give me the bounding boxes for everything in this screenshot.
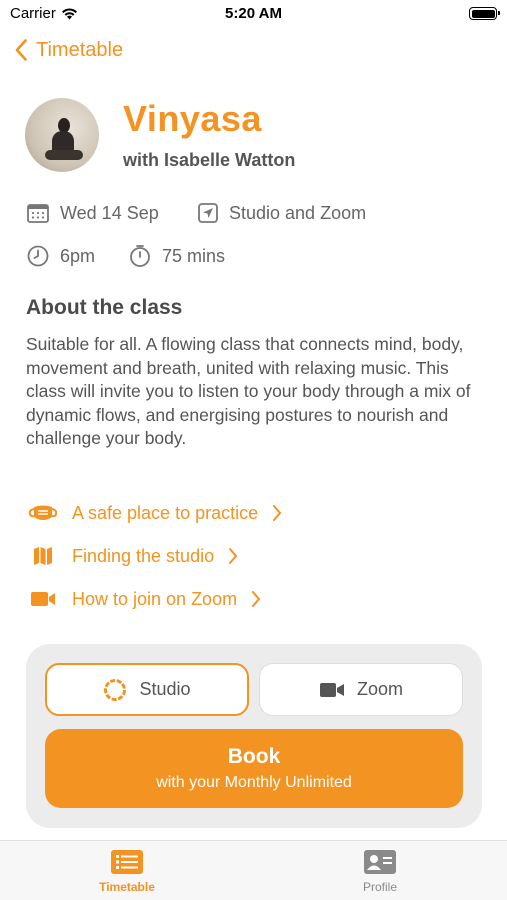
option-studio-label: Studio xyxy=(139,679,191,699)
link-finding-studio[interactable]: Finding the studio xyxy=(28,545,238,567)
studio-icon xyxy=(104,678,127,701)
class-location: Studio and Zoom xyxy=(197,202,366,224)
chevron-right-icon xyxy=(273,505,282,521)
tab-timetable-label: Timetable xyxy=(99,880,155,894)
option-studio[interactable]: Studio xyxy=(45,663,249,716)
link-join-zoom[interactable]: How to join on Zoom xyxy=(28,588,261,610)
about-text: Suitable for all. A flowing class that c… xyxy=(26,334,471,448)
class-time: 6pm xyxy=(26,244,95,268)
instructor-name: with Isabelle Watton xyxy=(123,150,296,170)
option-zoom[interactable]: Zoom xyxy=(259,663,463,716)
profile-card-icon xyxy=(364,850,396,874)
link-safe-place-label: A safe place to practice xyxy=(72,502,259,523)
class-time-label: 6pm xyxy=(60,245,96,266)
chevron-right-icon xyxy=(229,548,238,564)
about-heading: About the class xyxy=(26,296,183,319)
mask-icon xyxy=(28,505,58,520)
booking-card: Studio Zoom Book with your Monthly Unlim… xyxy=(26,644,482,828)
location-arrow-icon xyxy=(198,203,218,223)
link-join-zoom-label: How to join on Zoom xyxy=(72,588,238,609)
book-button-sublabel: with your Monthly Unlimited xyxy=(156,774,352,791)
video-icon xyxy=(31,592,55,606)
tab-profile-label: Profile xyxy=(362,880,397,894)
timer-icon xyxy=(130,245,150,267)
status-time: 5:20 AM xyxy=(225,5,282,22)
clock-icon xyxy=(27,245,49,267)
map-icon xyxy=(34,547,52,565)
status-bar: Carrier 5:20 AM xyxy=(0,0,507,28)
list-icon xyxy=(111,850,143,874)
video-icon xyxy=(319,682,344,697)
back-label: Timetable xyxy=(36,38,124,61)
book-button-label: Book xyxy=(227,745,281,768)
link-safe-place[interactable]: A safe place to practice xyxy=(28,502,282,524)
class-date: Wed 14 Sep xyxy=(26,202,159,224)
back-button[interactable]: Timetable xyxy=(14,38,123,62)
calendar-icon xyxy=(27,204,49,223)
chevron-left-icon xyxy=(15,39,27,61)
class-duration-label: 75 mins xyxy=(162,245,226,266)
book-button[interactable]: Book with your Monthly Unlimited xyxy=(45,729,463,808)
class-date-label: Wed 14 Sep xyxy=(60,202,159,223)
tab-profile[interactable]: Profile xyxy=(320,849,440,894)
tab-bar: Timetable Profile xyxy=(0,840,507,900)
chevron-right-icon xyxy=(252,591,261,607)
class-location-label: Studio and Zoom xyxy=(229,202,367,223)
option-zoom-label: Zoom xyxy=(356,679,403,699)
battery-icon xyxy=(469,7,500,20)
instructor-avatar xyxy=(25,98,99,172)
link-finding-studio-label: Finding the studio xyxy=(72,545,215,566)
class-title: Vinyasa xyxy=(123,98,262,139)
class-duration: 75 mins xyxy=(128,244,225,268)
tab-timetable[interactable]: Timetable xyxy=(67,849,187,894)
